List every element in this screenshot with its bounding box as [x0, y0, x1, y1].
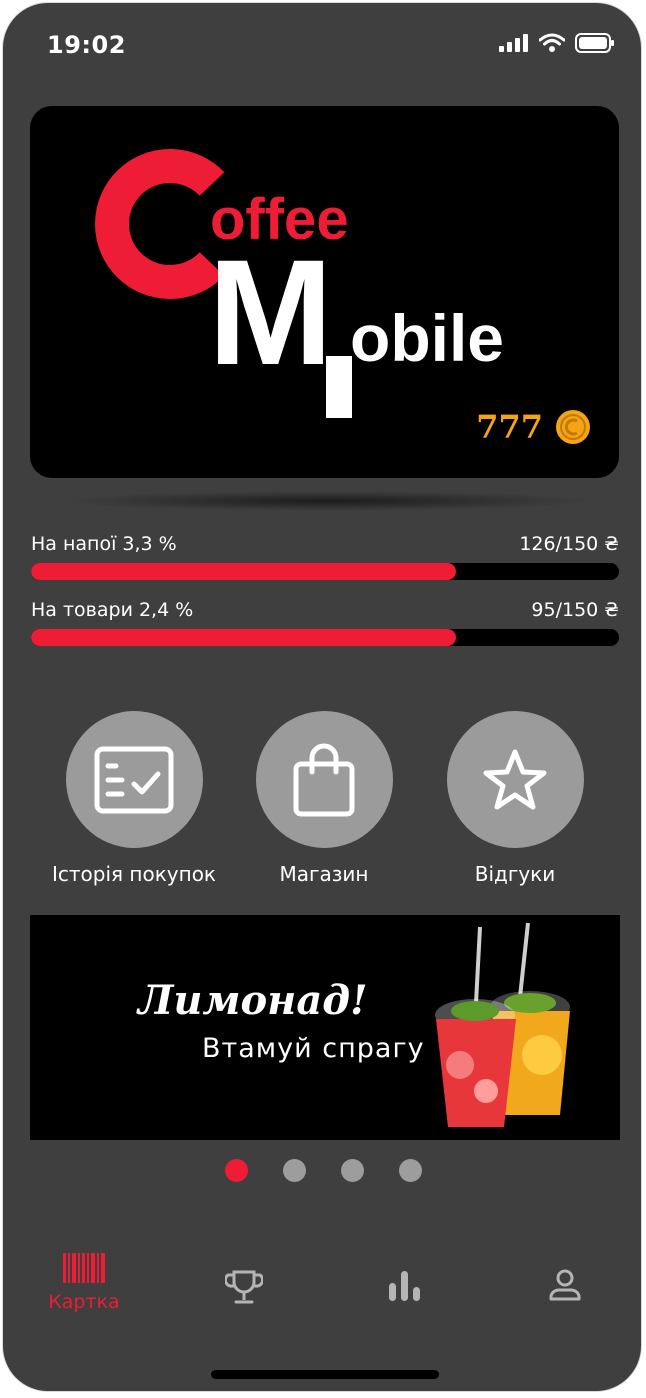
coin-balance: 777 — [476, 408, 591, 446]
checklist-icon — [94, 746, 174, 813]
star-icon — [483, 749, 547, 809]
carousel-pagination — [225, 1159, 422, 1182]
purchase-history-button[interactable]: Історія покупок — [34, 711, 234, 886]
carousel-dot-3[interactable] — [341, 1159, 364, 1182]
promo-title: Лимонад! — [138, 977, 368, 1024]
promo-banner[interactable]: Лимонад! Втамуй спрагу — [30, 915, 620, 1140]
drinks-progress-amount: 126/150 ₴ — [519, 533, 619, 555]
reviews-label: Відгуки — [474, 862, 556, 886]
tab-card[interactable]: Картка — [24, 1253, 144, 1313]
reviews-circle[interactable] — [446, 711, 584, 848]
shop-circle[interactable] — [255, 711, 393, 848]
loyalty-card[interactable]: offee M obile 777 — [30, 106, 619, 478]
tab-profile[interactable] — [505, 1269, 625, 1305]
tab-card-label: Картка — [48, 1291, 120, 1313]
lemonade-drinks-image — [435, 922, 570, 1127]
shop-label: Магазин — [279, 862, 369, 886]
shop-button[interactable]: Магазин — [224, 711, 424, 886]
drinks-progress-track — [31, 563, 619, 580]
reviews-button[interactable]: Відгуки — [415, 711, 615, 886]
cellular-signal-icon — [499, 34, 528, 52]
tab-statistics[interactable] — [345, 1269, 465, 1305]
svg-text:obile: obile — [350, 301, 504, 375]
barcode-icon — [63, 1253, 105, 1283]
goods-progress-amount: 95/150 ₴ — [531, 599, 619, 621]
svg-text:M: M — [208, 228, 333, 396]
card-shadow — [63, 491, 593, 511]
app-screen: 19:02 offee M obile 777 На напої 3,3 % 1… — [2, 2, 642, 1392]
status-icons — [499, 33, 615, 53]
tab-achievements[interactable] — [184, 1269, 304, 1309]
battery-icon — [575, 33, 614, 53]
goods-progress-label: На товари 2,4 % — [31, 599, 194, 621]
drinks-progress-fill — [31, 563, 457, 580]
user-icon — [549, 1269, 581, 1301]
goods-progress-fill — [31, 629, 456, 646]
goods-progress-track — [31, 629, 619, 646]
status-time: 19:02 — [47, 31, 126, 59]
promo-subtitle: Втамуй спрагу — [202, 1033, 425, 1064]
tab-bar: Картка — [3, 1253, 641, 1333]
bar-chart-icon — [389, 1271, 420, 1301]
purchase-history-circle[interactable] — [65, 711, 203, 848]
wifi-icon — [539, 33, 565, 52]
home-indicator[interactable] — [211, 1370, 439, 1379]
purchase-history-label: Історія покупок — [51, 862, 217, 886]
trophy-icon — [223, 1270, 265, 1304]
carousel-dot-2[interactable] — [283, 1159, 306, 1182]
coin-icon — [556, 410, 590, 444]
drinks-progress-label: На напої 3,3 % — [31, 533, 177, 555]
carousel-dot-4[interactable] — [399, 1159, 422, 1182]
carousel-dot-1[interactable] — [225, 1159, 248, 1182]
shopping-bag-icon — [293, 743, 355, 816]
coin-count: 777 — [476, 408, 543, 446]
